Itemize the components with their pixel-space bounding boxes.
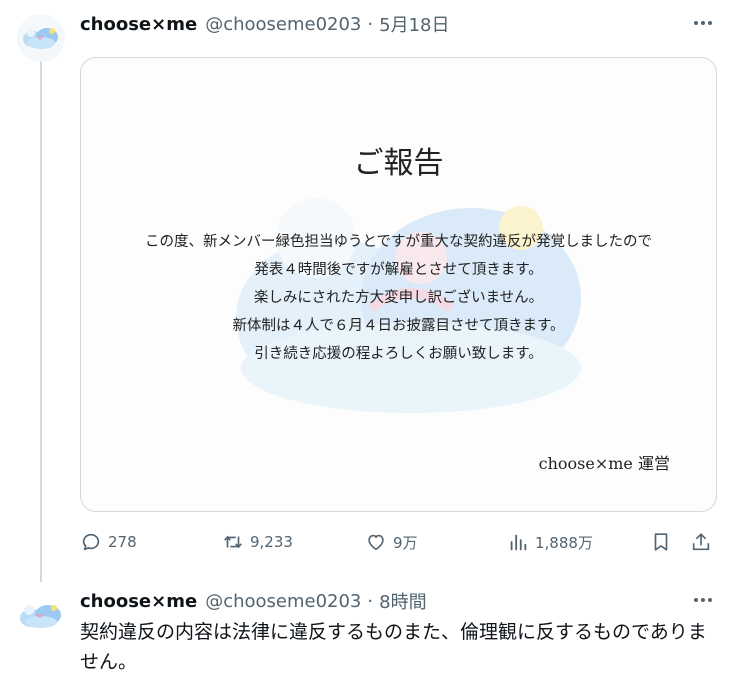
separator-dot: · bbox=[367, 13, 374, 35]
notice-line: 発表４時間後ですが解雇とさせて頂きます。 bbox=[254, 262, 543, 278]
more-icon[interactable] bbox=[690, 13, 716, 33]
notice-body: この度、新メンバー緑色担当ゆうとですが重大な契約違反が発覚しましたので 発表４時… bbox=[81, 228, 716, 368]
tweet-header: choose×me @chooseme0203 · 5月18日 bbox=[80, 11, 449, 37]
notice-line: 新体制は４人で６月４日お披露目させて頂きます。 bbox=[232, 318, 565, 334]
tweet-date[interactable]: 5月18日 bbox=[379, 11, 449, 37]
notice-line: この度、新メンバー緑色担当ゆうとですが重大な契約違反が発覚しましたので bbox=[144, 234, 653, 250]
display-name[interactable]: choose×me bbox=[80, 14, 197, 35]
views-icon bbox=[510, 534, 527, 551]
bookmark-icon bbox=[654, 533, 668, 551]
reply-icon bbox=[82, 533, 100, 551]
retweet-count: 9,233 bbox=[250, 533, 293, 551]
reply-text: 契約違反の内容は法律に違反するものまた、倫理観に反するものでありません。 bbox=[80, 621, 707, 673]
like-button[interactable]: 9万 bbox=[365, 527, 418, 557]
avatar[interactable] bbox=[17, 592, 65, 640]
separator-dot: · bbox=[367, 590, 374, 612]
user-handle[interactable]: @chooseme0203 bbox=[205, 591, 361, 612]
like-count: 9万 bbox=[393, 533, 418, 552]
reply-header: choose×me @chooseme0203 · 8時間 bbox=[80, 588, 427, 614]
heart-icon bbox=[368, 534, 384, 551]
thread-connector-line bbox=[40, 62, 42, 582]
user-handle[interactable]: @chooseme0203 bbox=[205, 14, 361, 35]
chooseme-logo-icon bbox=[23, 28, 58, 49]
views-button[interactable]: 1,888万 bbox=[507, 527, 593, 557]
retweet-icon bbox=[224, 535, 242, 549]
bookmark-button[interactable] bbox=[650, 527, 672, 557]
notice-line: 引き続き応援の程よろしくお願い致します。 bbox=[254, 346, 543, 362]
notice-line: 楽しみにされた方大変申し訳ございません。 bbox=[253, 290, 544, 306]
share-button[interactable] bbox=[690, 527, 712, 557]
notice-signature: choose×me 運営 bbox=[538, 454, 670, 473]
notice-title: ご報告 bbox=[353, 146, 444, 181]
chooseme-logo-icon bbox=[20, 605, 61, 628]
reply-time[interactable]: 8時間 bbox=[379, 588, 426, 614]
tweet-media-image[interactable]: ご報告 この度、新メンバー緑色担当ゆうとですが重大な契約違反が発覚しましたので … bbox=[80, 57, 717, 512]
tweet-action-bar: 278 9,233 9万 1,888万 bbox=[80, 527, 720, 557]
avatar[interactable] bbox=[17, 14, 65, 62]
tweet-thread: choose×me @chooseme0203 · 5月18日 ご報告 この度、… bbox=[0, 0, 738, 687]
share-icon bbox=[692, 533, 710, 551]
retweet-button[interactable]: 9,233 bbox=[222, 527, 293, 557]
reply-count: 278 bbox=[108, 533, 137, 551]
display-name[interactable]: choose×me bbox=[80, 591, 197, 612]
more-icon[interactable] bbox=[690, 590, 716, 610]
view-count: 1,888万 bbox=[535, 533, 593, 552]
reply-button[interactable]: 278 bbox=[80, 527, 137, 557]
